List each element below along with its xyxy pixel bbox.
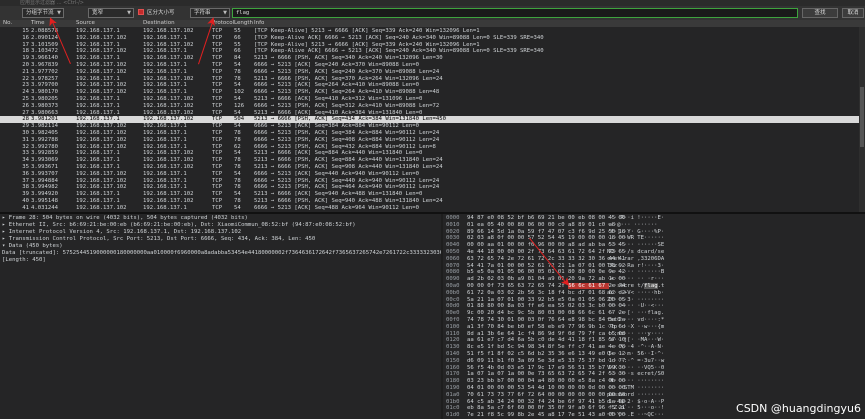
cell-no: 41 bbox=[22, 204, 29, 211]
cell-len: 54 bbox=[234, 204, 241, 211]
watermark: CSDN @huangdingyu6 bbox=[736, 402, 861, 415]
packet-details: ▸ Frame 28: 504 bytes on wire (4032 bits… bbox=[0, 214, 441, 419]
case-sensitive-checkbox[interactable]: 区分大小写 bbox=[138, 9, 175, 18]
search-input[interactable]: flag bbox=[232, 8, 798, 18]
cell-src: 192.168.137.102 bbox=[76, 204, 127, 211]
detail-row[interactable]: ▸ Transmission Control Protocol, Src Por… bbox=[2, 236, 315, 243]
column-header-no[interactable]: No. bbox=[3, 20, 29, 27]
cancel-button[interactable]: 取消 bbox=[842, 8, 864, 18]
column-header-time[interactable]: Time bbox=[31, 20, 44, 27]
detail-row[interactable]: ▸ Frame 28: 504 bytes on wire (4032 bits… bbox=[2, 215, 248, 222]
chevron-down-icon: ▼ bbox=[223, 10, 227, 16]
find-button[interactable]: 查找 bbox=[802, 8, 838, 18]
cell-time: 4.031244 bbox=[31, 204, 58, 211]
packet-list-header: No. Time Source Destination Protocol Len… bbox=[0, 20, 865, 27]
detail-row[interactable]: ▾ Data (450 bytes) bbox=[2, 243, 63, 250]
hex-offset: 01d0 bbox=[446, 412, 460, 419]
table-row[interactable]: 41 4.031244 192.168.137.102 192.168.137.1 TC… bbox=[0, 205, 865, 212]
packet-list-scrollbar[interactable] bbox=[859, 27, 865, 212]
find-toolbar: 分组字节流 ▼ 宽窄 ▼ 区分大小写 字符串 ▼ flag 查找 取消 bbox=[0, 6, 865, 21]
packet-bytes: 0000 94 87 e0 08 52 bf b6 69 21 be 00 eb … bbox=[443, 214, 865, 419]
detail-row[interactable]: Data [truncated]: 5752544519000000180000… bbox=[2, 250, 441, 257]
encoding-select[interactable]: 宽窄 ▼ bbox=[88, 8, 134, 18]
checkbox-icon bbox=[138, 9, 144, 15]
packet-list: No. Time Source Destination Protocol Len… bbox=[0, 20, 865, 212]
chevron-down-icon: ▼ bbox=[57, 10, 61, 16]
scrollbar-thumb[interactable] bbox=[860, 87, 864, 147]
hex-ascii: ~!·\··.E ··~QC··· bbox=[607, 412, 665, 419]
detail-row[interactable]: ▸ Internet Protocol Version 4, Src: 192.… bbox=[2, 229, 241, 236]
detail-row[interactable]: [Length: 450] bbox=[2, 257, 46, 264]
column-header-info[interactable]: Info bbox=[254, 20, 264, 27]
column-header-length[interactable]: Length bbox=[234, 20, 253, 27]
cell-info: 6666 → 5213 [ACK] Seq=488 Ack=964 Win=90… bbox=[254, 204, 420, 211]
column-header-source[interactable]: Source bbox=[76, 20, 95, 27]
cell-proto: TCP bbox=[212, 204, 223, 211]
display-type-select[interactable]: 分组字节流 ▼ bbox=[22, 8, 64, 18]
cell-dst: 192.168.137.1 bbox=[143, 204, 187, 211]
detail-row[interactable]: ▸ Ethernet II, Src: b6:69:21:be:00:eb (b… bbox=[2, 222, 356, 229]
column-header-destination[interactable]: Destination bbox=[143, 20, 175, 27]
chevron-down-icon: ▼ bbox=[127, 10, 131, 16]
hex-bytes: 7e 21 f8 5c 99 8b 2e 45 a8 17 7e 51 43 a… bbox=[467, 412, 626, 419]
